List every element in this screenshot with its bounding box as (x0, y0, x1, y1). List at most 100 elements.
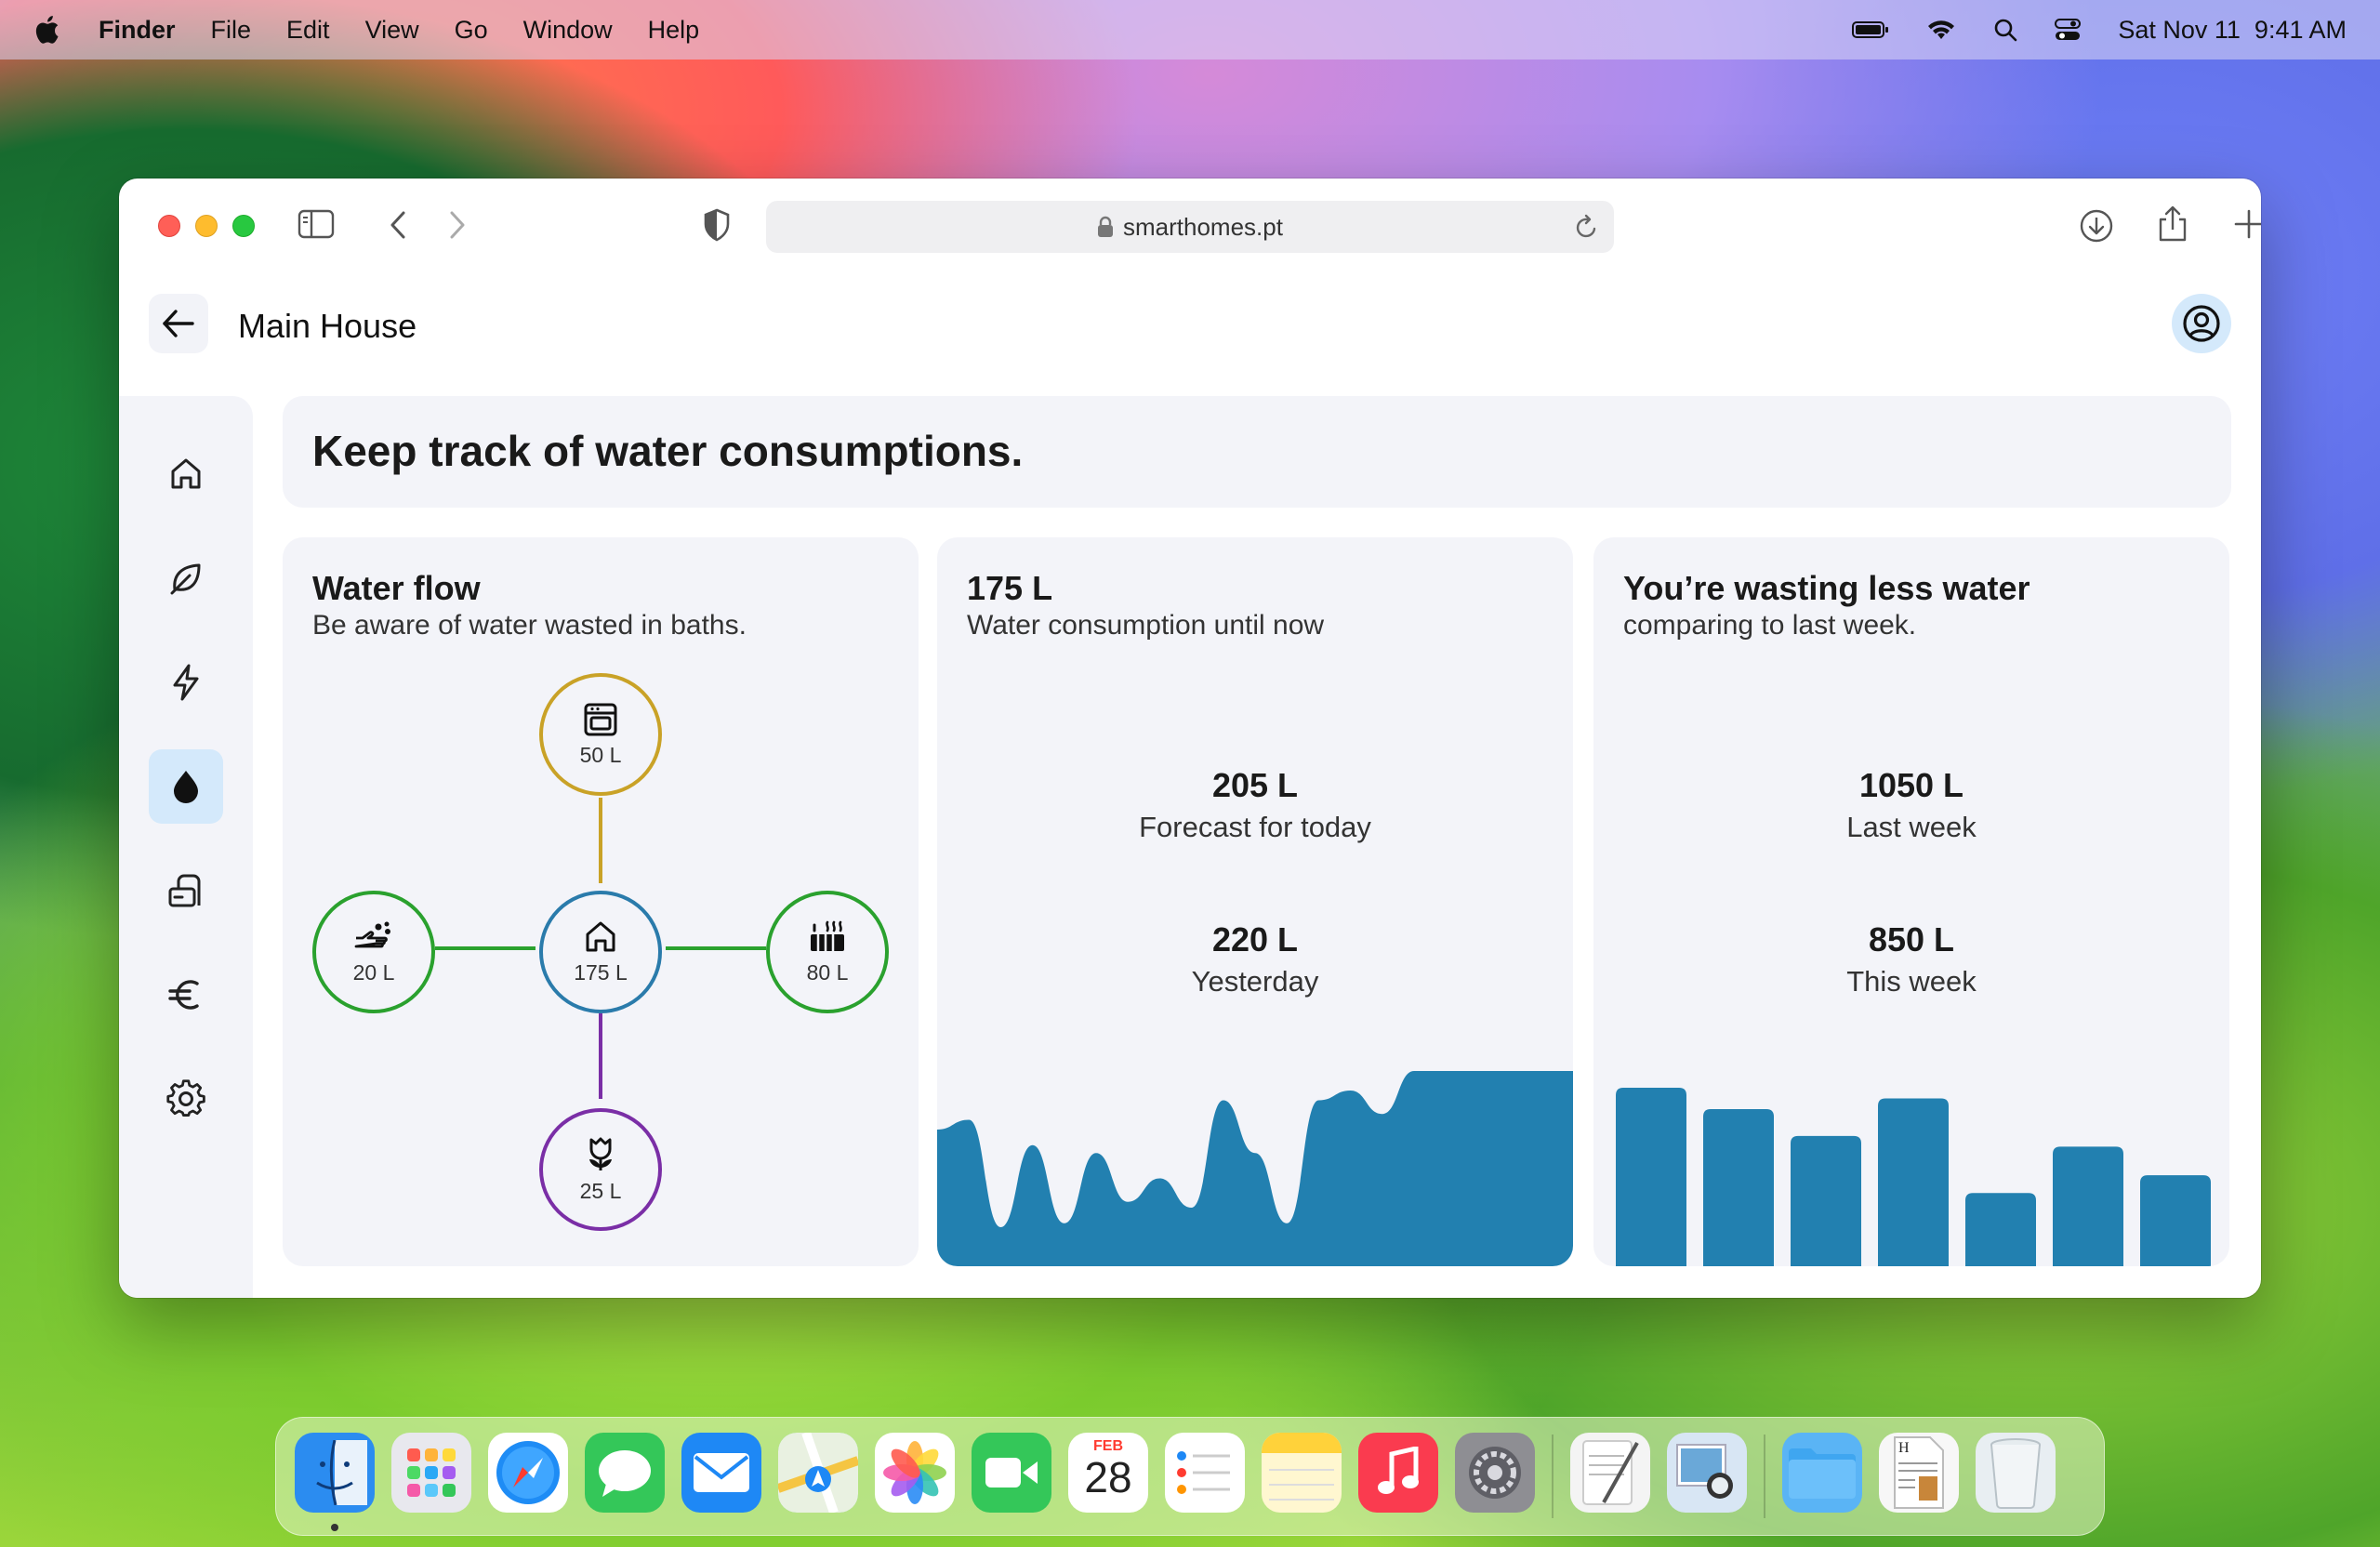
sidebar-item-settings[interactable] (149, 1062, 223, 1136)
apple-menu-icon[interactable] (33, 14, 63, 46)
reload-icon[interactable] (1575, 214, 1599, 246)
flow-node-garden[interactable]: 25 L (539, 1108, 662, 1231)
menu-go[interactable]: Go (455, 16, 488, 45)
menubar-datetime[interactable]: Sat Nov 11 9:41 AM (2118, 16, 2347, 45)
dock-app-textedit[interactable] (1570, 1433, 1650, 1513)
calendar-icon: FEB 28 (1068, 1433, 1148, 1513)
sidebar-item-appliances[interactable] (149, 853, 223, 928)
maps-icon (778, 1433, 858, 1513)
flow-node-house[interactable]: 175 L (539, 891, 662, 1013)
trash-icon (1986, 1435, 2045, 1510)
this-week-value: 850 L (1868, 920, 1955, 959)
flow-node-dishwashing[interactable]: 20 L (312, 891, 435, 1013)
sidebar-item-leaf[interactable] (149, 541, 223, 615)
flow-node-radiator[interactable]: 80 L (766, 891, 889, 1013)
downloads-icon[interactable] (2079, 208, 2114, 244)
finder-icon (302, 1440, 367, 1505)
bar-3 (1791, 1135, 1861, 1266)
wifi-icon[interactable] (1926, 19, 1956, 41)
running-indicator (331, 1524, 338, 1531)
arrow-left-icon (163, 310, 194, 337)
dock-app-photos[interactable] (875, 1433, 955, 1513)
svg-text:H: H (1898, 1440, 1910, 1456)
menu-view[interactable]: View (365, 16, 419, 45)
dock: FEB 28 H (275, 1417, 2105, 1536)
dock-app-notes[interactable] (1262, 1433, 1342, 1513)
zoom-window-button[interactable] (232, 215, 255, 237)
flow-node-dishwashing-label: 20 L (352, 959, 395, 985)
yesterday-stat: 220 L Yesterday (937, 920, 1573, 998)
close-window-button[interactable] (158, 215, 180, 237)
sidebar-item-water[interactable] (149, 749, 223, 824)
comparison-title: You’re wasting less water (1623, 569, 2030, 607)
forecast-stat: 205 L Forecast for today (937, 766, 1573, 844)
mail-icon (692, 1451, 751, 1494)
dock-app-maps[interactable] (778, 1433, 858, 1513)
photos-icon (881, 1439, 948, 1506)
url-text: smarthomes.pt (1123, 212, 1283, 241)
app-header: Main House (119, 271, 2261, 383)
flow-node-oven[interactable]: 50 L (539, 673, 662, 796)
home-icon (586, 921, 615, 951)
yesterday-value: 220 L (1211, 920, 1299, 959)
bar-2 (1703, 1109, 1774, 1266)
address-bar[interactable]: smarthomes.pt (766, 201, 1614, 253)
water-drop-icon (174, 771, 198, 803)
folder-icon (1785, 1443, 1859, 1502)
this-week-label: This week (1846, 965, 1977, 998)
dock-app-launchpad[interactable] (391, 1433, 471, 1513)
user-profile-button[interactable] (2172, 294, 2231, 353)
privacy-shield-icon[interactable] (703, 208, 731, 242)
dock-app-mail[interactable] (681, 1433, 761, 1513)
dock-app-preview[interactable] (1667, 1433, 1747, 1513)
document-icon: H (1891, 1435, 1947, 1510)
flow-node-radiator-label: 80 L (806, 959, 849, 985)
menu-window[interactable]: Window (523, 16, 613, 45)
dock-app-folder[interactable] (1782, 1433, 1862, 1513)
comparison-card: You’re wasting less water comparing to l… (1593, 537, 2229, 1266)
dock-app-safari[interactable] (488, 1433, 568, 1513)
dock-app-document[interactable]: H (1879, 1433, 1959, 1513)
dishwashing-icon (354, 921, 390, 947)
water-flow-card: Water flow Be aware of water wasted in b… (283, 537, 919, 1266)
menu-help[interactable]: Help (648, 16, 700, 45)
dock-app-music[interactable] (1358, 1433, 1438, 1513)
dock-app-finder[interactable] (295, 1433, 375, 1513)
appliance-icon (168, 874, 201, 907)
dock-app-trash[interactable] (1976, 1433, 2056, 1513)
hero-banner: Keep track of water consumptions. (283, 396, 2231, 508)
dock-app-messages[interactable] (585, 1433, 665, 1513)
home-icon (171, 458, 201, 489)
dock-app-system-settings[interactable] (1455, 1433, 1535, 1513)
calendar-day: 28 (1084, 1453, 1132, 1501)
spotlight-search-icon[interactable] (1993, 18, 2017, 42)
facetime-icon (982, 1454, 1041, 1491)
flow-node-oven-label: 50 L (579, 742, 622, 767)
battery-icon[interactable] (1852, 20, 1889, 39)
menu-app-name[interactable]: Finder (99, 16, 176, 45)
minimize-window-button[interactable] (195, 215, 218, 237)
sidebar-toggle-icon[interactable] (298, 208, 335, 240)
bar-4 (1878, 1098, 1949, 1266)
dock-app-reminders[interactable] (1165, 1433, 1245, 1513)
dock-app-calendar[interactable]: FEB 28 (1068, 1433, 1148, 1513)
sidebar-item-energy[interactable] (149, 645, 223, 720)
menu-edit[interactable]: Edit (286, 16, 330, 45)
weekly-bar-chart (1616, 1088, 2211, 1266)
share-icon[interactable] (2157, 205, 2188, 244)
forecast-value: 205 L (1211, 766, 1299, 804)
radiator-icon (811, 920, 844, 951)
back-button[interactable] (149, 294, 208, 353)
back-icon[interactable] (387, 208, 409, 242)
sidebar-nav (119, 396, 253, 1298)
page-title: Main House (238, 307, 417, 345)
new-tab-icon[interactable] (2233, 208, 2261, 240)
sidebar-item-costs[interactable] (149, 958, 223, 1032)
forward-icon[interactable] (446, 208, 469, 242)
menu-bar: Finder File Edit View Go Window Help Sat… (0, 0, 2380, 60)
menu-file[interactable]: File (211, 16, 252, 45)
control-center-icon[interactable] (2055, 18, 2082, 42)
sidebar-item-home[interactable] (149, 437, 223, 511)
dock-app-facetime[interactable] (972, 1433, 1051, 1513)
yesterday-label: Yesterday (1191, 965, 1319, 998)
